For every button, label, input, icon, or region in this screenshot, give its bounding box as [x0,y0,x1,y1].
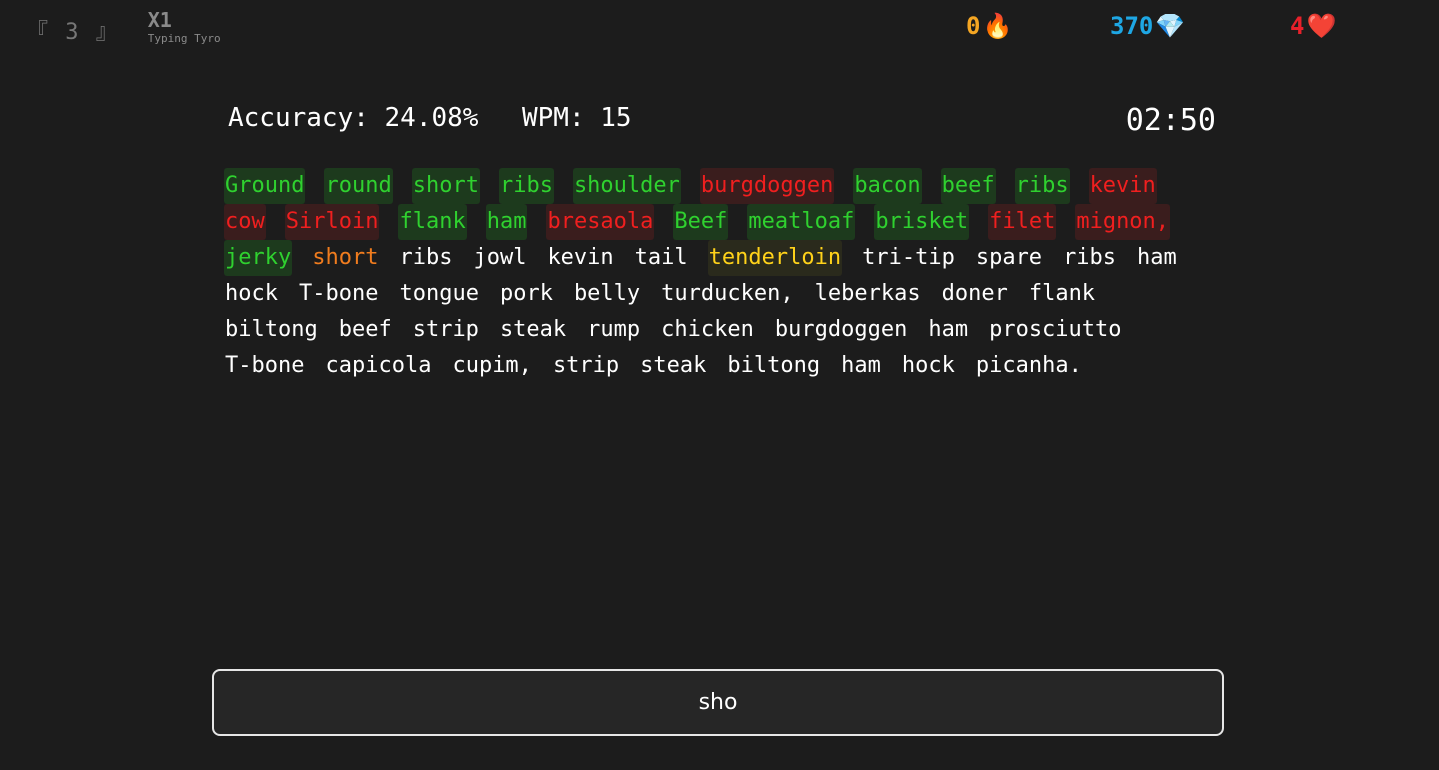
word: jowl [473,245,527,270]
streak-counter: 0 🔥 [966,12,1012,40]
logo-text: X1 Typing Tyro [148,10,221,45]
word: tri-tip [862,245,955,270]
word: meatloaf [747,204,856,240]
word: biltong [727,353,821,378]
logo[interactable]: 『 3 』 X1 Typing Tyro [26,10,221,46]
word: steak [640,353,707,378]
word-list: Ground round short ribs shoulder burgdoggen ba… [224,168,1214,384]
word: picanha. [975,353,1082,378]
gems-value: 370 [1110,12,1154,40]
word: tail [634,245,688,270]
word: strip [552,353,620,378]
logo-mark: 『 3 』 [26,20,120,45]
word: tenderloin [707,240,843,276]
word: bresaola [546,204,655,240]
word: ribs [1063,245,1117,270]
fire-icon: 🔥 [982,12,1013,40]
word: ham [1137,245,1177,270]
word: mignon, [1075,204,1171,240]
word: chicken [661,317,754,342]
word: steak [499,317,567,342]
word: hock [225,281,278,306]
word: belly [573,281,641,306]
word: biltong [225,317,318,342]
word: beef [338,317,392,342]
timer: 02:50 [1125,103,1216,138]
word: jerky [224,240,293,276]
gems-counter: 370 💎 [1110,12,1185,40]
word: doner [941,281,1008,306]
word: Sirloin [284,204,380,240]
word: flank [398,204,467,240]
lives-value: 4 [1290,12,1305,40]
word: burgdoggen [774,317,908,342]
word: T-bone [225,353,305,378]
word: ribs [498,168,554,204]
word: ribs [1014,168,1070,204]
word: strip [412,317,479,342]
rank-label: Typing Tyro [147,32,221,45]
word: bacon [853,168,922,204]
word: hock [901,353,955,378]
word: brisket [874,204,970,240]
word: T-bone [298,281,379,306]
word: cupim, [452,353,532,378]
word: filet [988,204,1057,240]
word: Beef [673,204,729,240]
word: round [324,168,393,204]
typing-input[interactable] [212,669,1224,736]
word: shoulder [572,168,681,204]
wpm-stat: WPM: 15 [522,103,632,133]
word: beef [940,168,996,204]
heart-icon: ❤️ [1306,12,1337,40]
typing-game: 『 3 』 X1 Typing Tyro 0 🔥 370 💎 4 ❤️ Accu… [0,0,1439,770]
word: prosciutto [989,317,1122,342]
word: ham [841,353,881,378]
word: short [411,168,480,204]
word: ham [928,317,969,342]
word: capicola [325,353,432,378]
accuracy-stat: Accuracy: 24.08% [228,103,479,133]
word: burgdoggen [699,168,835,204]
word: kevin [547,245,614,270]
word: spare [975,245,1043,270]
streak-value: 0 [966,12,981,40]
word: leberkas [814,281,921,306]
word: rump [587,317,641,342]
level-label: X1 [147,8,172,32]
word: ham [485,204,528,240]
word: flank [1028,281,1096,306]
word: turducken, [661,281,794,306]
word: ribs [399,245,453,270]
word: short [312,245,379,270]
word: tongue [399,281,479,306]
diamond-icon: 💎 [1155,12,1186,40]
lives-counter: 4 ❤️ [1290,12,1336,40]
word: kevin [1088,168,1157,204]
word: pork [499,281,553,306]
word: cow [224,204,266,240]
word: Ground [224,168,306,204]
